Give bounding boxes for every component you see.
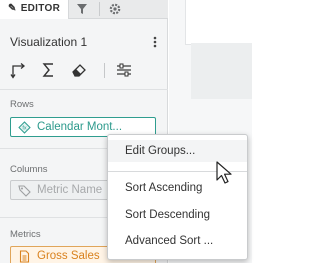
canvas-header <box>185 0 252 45</box>
context-menu: Edit Groups... Sort Ascending Sort Desce… <box>107 134 248 260</box>
panel-tab-bar: ✎ EDITOR <box>0 0 168 19</box>
filter-icon[interactable] <box>75 2 89 16</box>
menu-item-sort-descending[interactable]: Sort Descending <box>108 204 247 226</box>
columns-item-label: Metric Name <box>37 184 103 196</box>
menu-item-advanced-sort[interactable]: Advanced Sort ... <box>108 230 247 252</box>
visualization-title: Visualization 1 <box>10 35 88 49</box>
columns-label: Columns <box>10 164 48 175</box>
eraser-icon[interactable] <box>70 60 88 80</box>
pencil-icon: ✎ <box>8 3 17 14</box>
toolbar-divider <box>104 63 105 78</box>
section-divider <box>0 89 168 90</box>
metrics-item-label: Gross Sales <box>37 250 100 262</box>
formula-fx-icon: fx <box>18 121 31 134</box>
sigma-icon[interactable] <box>40 60 58 80</box>
canvas-placeholder <box>191 43 252 99</box>
mouse-pointer-icon <box>215 161 237 187</box>
editor-toolbar <box>0 60 168 82</box>
kebab-menu-icon[interactable] <box>152 35 158 49</box>
rows-label: Rows <box>10 99 34 110</box>
document-icon <box>18 250 31 263</box>
metrics-label: Metrics <box>10 229 41 240</box>
rows-item-label: Calendar Mont... <box>37 121 123 133</box>
gear-icon[interactable] <box>108 2 122 16</box>
tag-icon <box>18 184 31 197</box>
tab-editor[interactable]: ✎ EDITOR <box>0 0 69 19</box>
tab-editor-label: EDITOR <box>20 3 61 14</box>
svg-text:fx: fx <box>22 126 27 132</box>
swap-axes-icon[interactable] <box>10 60 28 80</box>
options-sliders-icon[interactable] <box>115 60 133 80</box>
menu-item-edit-groups[interactable]: Edit Groups... <box>108 140 247 162</box>
tab-divider <box>99 2 100 16</box>
